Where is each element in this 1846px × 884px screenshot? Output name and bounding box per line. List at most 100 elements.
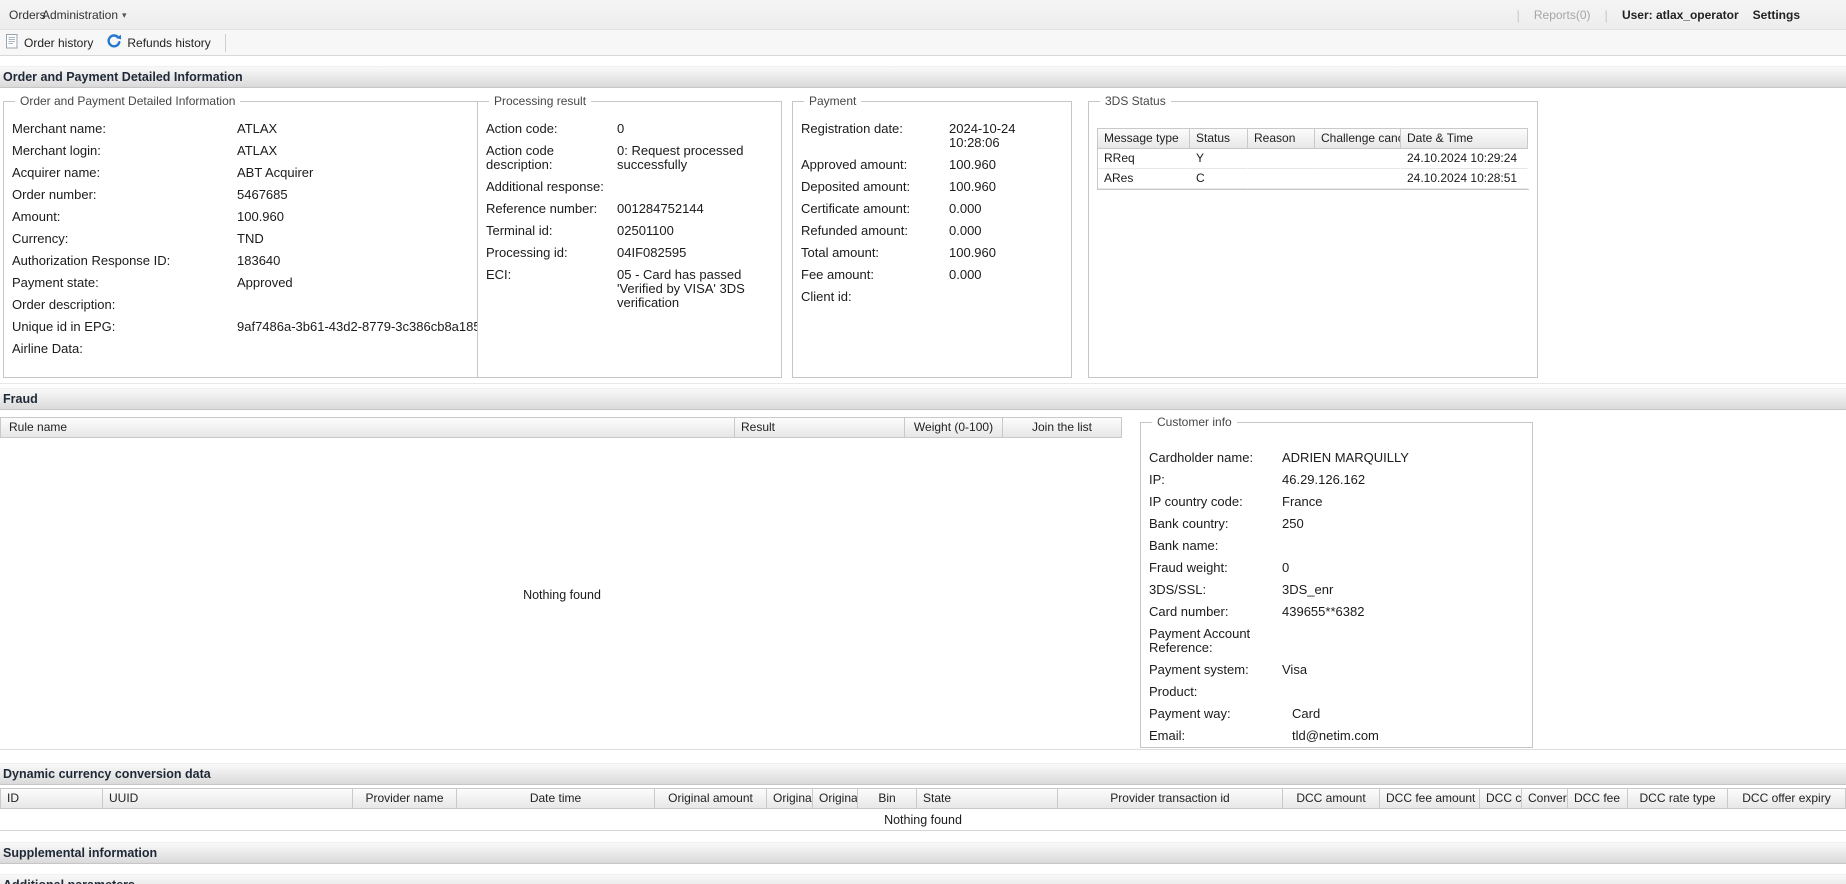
column-header-uuid[interactable]: UUID bbox=[103, 788, 353, 809]
field-label: Fee amount: bbox=[801, 268, 949, 282]
field-row-payment-account-reference: Payment Account Reference: bbox=[1149, 627, 1524, 655]
cell-challenge-cancel bbox=[1315, 149, 1401, 169]
field-value: 250 bbox=[1282, 517, 1524, 531]
field-value: Card bbox=[1282, 707, 1524, 721]
field-row-fraud-weight: Fraud weight:0 bbox=[1149, 561, 1524, 575]
menu-administration-label: Administration bbox=[42, 8, 118, 22]
field-label: Approved amount: bbox=[801, 158, 949, 172]
field-row-payment-state: Payment state:Approved bbox=[12, 276, 481, 290]
three-ds-status-fieldset: 3DS Status Message type Status Reason Ch… bbox=[1088, 94, 1538, 378]
field-label: Airline Data: bbox=[12, 342, 237, 356]
menu-settings[interactable]: Settings bbox=[1753, 8, 1800, 22]
cell-date-time: 24.10.2024 10:29:24 bbox=[1401, 149, 1528, 169]
divider bbox=[0, 749, 1846, 750]
column-header-state[interactable]: State bbox=[917, 788, 1058, 809]
field-value: 3DS_enr bbox=[1282, 583, 1524, 597]
field-label: Deposited amount: bbox=[801, 180, 949, 194]
column-header[interactable]: Reason bbox=[1248, 128, 1315, 149]
column-header-original-fee[interactable]: Original f bbox=[767, 788, 813, 809]
field-row-certificate-amount: Certificate amount:0.000 bbox=[801, 202, 1063, 216]
field-label: ECI: bbox=[486, 268, 617, 282]
field-label: Processing id: bbox=[486, 246, 617, 260]
cell-reason bbox=[1248, 169, 1315, 189]
column-header-dcc-offer-expiry[interactable]: DCC offer expiry bbox=[1728, 788, 1846, 809]
fraud-empty-message: Nothing found bbox=[0, 588, 1124, 602]
customer-info-fieldset: Customer info Cardholder name:ADRIEN MAR… bbox=[1140, 415, 1533, 748]
field-value: 183640 bbox=[237, 254, 481, 268]
fraud-table-header: Rule name Result Weight (0-100) Join the… bbox=[0, 417, 1122, 438]
field-value: 2024-10-24 10:28:06 bbox=[949, 122, 1063, 150]
field-value: 100.960 bbox=[949, 246, 1063, 260]
column-header-original-currency[interactable]: Original c bbox=[813, 788, 858, 809]
menu-administration[interactable]: Administration▾ bbox=[38, 0, 131, 30]
column-header-weight[interactable]: Weight (0-100) bbox=[905, 417, 1003, 438]
field-value: ATLAX bbox=[237, 144, 481, 158]
field-value: 001284752144 bbox=[617, 202, 773, 216]
column-header-join-the-list[interactable]: Join the list bbox=[1003, 417, 1122, 438]
column-header[interactable]: Status bbox=[1190, 128, 1248, 149]
field-label: Total amount: bbox=[801, 246, 949, 260]
field-value: 04IF082595 bbox=[617, 246, 773, 260]
field-value: Approved bbox=[237, 276, 481, 290]
column-header[interactable]: Message type bbox=[1098, 128, 1190, 149]
cell-challenge-cancel bbox=[1315, 169, 1401, 189]
column-header[interactable]: Date & Time bbox=[1401, 128, 1528, 149]
cell-status: Y bbox=[1190, 149, 1248, 169]
column-header-dcc-currency[interactable]: DCC curr bbox=[1480, 788, 1522, 809]
column-header-id[interactable]: ID bbox=[0, 788, 103, 809]
field-label: Bank country: bbox=[1149, 517, 1282, 531]
field-value: 100.960 bbox=[949, 180, 1063, 194]
field-row-fee-amount: Fee amount:0.000 bbox=[801, 268, 1063, 282]
field-value: 439655**6382 bbox=[1282, 605, 1524, 619]
fraud-table-body: Nothing found bbox=[0, 438, 1124, 749]
order-history-document-icon bbox=[5, 34, 19, 52]
column-header-provider-transaction-id[interactable]: Provider transaction id bbox=[1058, 788, 1283, 809]
field-label: Action code description: bbox=[486, 144, 617, 172]
field-value: France bbox=[1282, 495, 1524, 509]
current-user-label: User: atlax_operator bbox=[1622, 8, 1739, 22]
field-value: 9af7486a-3b61-43d2-8779-3c386cb8a185 bbox=[237, 320, 481, 334]
column-header-rule-name[interactable]: Rule name bbox=[0, 417, 735, 438]
field-value: 5467685 bbox=[237, 188, 481, 202]
field-value: 0.000 bbox=[949, 202, 1063, 216]
field-label: Reference number: bbox=[486, 202, 617, 216]
field-row-client-id: Client id: bbox=[801, 290, 1063, 304]
refunds-history-button[interactable]: Refunds history bbox=[101, 31, 218, 55]
field-label: Bank name: bbox=[1149, 539, 1282, 553]
field-label: Registration date: bbox=[801, 122, 949, 136]
customer-info-legend: Customer info bbox=[1152, 415, 1237, 429]
field-row-registration-date: Registration date:2024-10-24 10:28:06 bbox=[801, 122, 1063, 150]
field-value: 0.000 bbox=[949, 268, 1063, 282]
column-header-dcc-amount[interactable]: DCC amount bbox=[1283, 788, 1380, 809]
field-label: Action code: bbox=[486, 122, 617, 136]
cell-status: C bbox=[1190, 169, 1248, 189]
menu-reports[interactable]: Reports(0) bbox=[1534, 8, 1591, 22]
column-header-result[interactable]: Result bbox=[735, 417, 905, 438]
field-row-3ds-ssl: 3DS/SSL:3DS_enr bbox=[1149, 583, 1524, 597]
column-header-original-amount[interactable]: Original amount bbox=[655, 788, 767, 809]
menubar-separator: | bbox=[1605, 8, 1608, 23]
field-row-email: Email:tld@netim.com bbox=[1149, 729, 1524, 743]
refunds-history-label: Refunds history bbox=[127, 36, 210, 50]
column-header[interactable]: Challenge cancel bbox=[1315, 128, 1401, 149]
field-label: Refunded amount: bbox=[801, 224, 949, 238]
field-row-order-description: Order description: bbox=[12, 298, 481, 312]
column-header-provider-name[interactable]: Provider name bbox=[353, 788, 457, 809]
column-header-date-time[interactable]: Date time bbox=[457, 788, 655, 809]
order-history-button[interactable]: Order history bbox=[0, 31, 101, 55]
column-header-bin[interactable]: Bin bbox=[858, 788, 917, 809]
field-row-reference-number: Reference number:001284752144 bbox=[486, 202, 773, 216]
three-ds-row[interactable]: ARes C 24.10.2024 10:28:51 bbox=[1098, 169, 1529, 189]
field-label: Payment state: bbox=[12, 276, 237, 290]
field-row-approved-amount: Approved amount:100.960 bbox=[801, 158, 1063, 172]
column-header-dcc-fee-amount[interactable]: DCC fee amount bbox=[1380, 788, 1480, 809]
column-header-dcc-fee[interactable]: DCC fee bbox=[1568, 788, 1628, 809]
column-header-dcc-rate-type[interactable]: DCC rate type bbox=[1628, 788, 1728, 809]
field-row-currency: Currency:TND bbox=[12, 232, 481, 246]
field-value: ATLAX bbox=[237, 122, 481, 136]
app-window: Orders Administration▾ | Reports(0) | Us… bbox=[0, 0, 1846, 884]
field-label: Payment system: bbox=[1149, 663, 1282, 677]
cell-message-type: ARes bbox=[1098, 169, 1190, 189]
column-header-conversion[interactable]: Conversi bbox=[1522, 788, 1568, 809]
three-ds-row[interactable]: RReq Y 24.10.2024 10:29:24 bbox=[1098, 149, 1529, 169]
